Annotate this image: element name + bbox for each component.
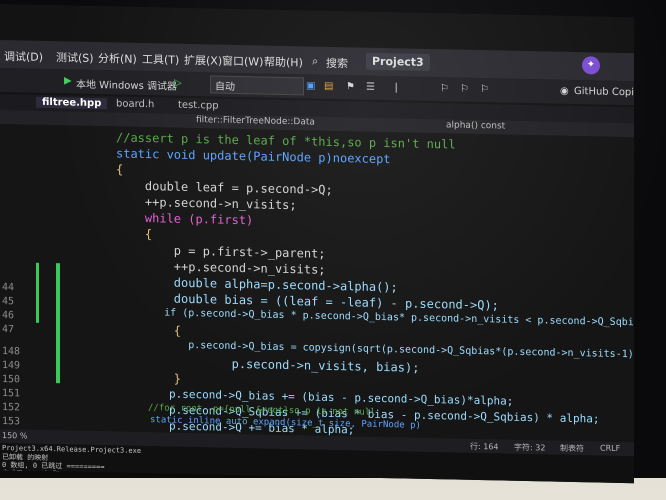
code-line: p = p.first->_parent;: [116, 242, 326, 261]
project-name[interactable]: Project3: [366, 52, 430, 72]
line-number: 151: [2, 388, 21, 400]
tab-test[interactable]: test.cpp: [178, 100, 219, 112]
eol-mode[interactable]: CRLF: [600, 444, 620, 453]
toolbar-icon-4[interactable]: ☰: [366, 82, 375, 93]
line-number: 45: [2, 296, 15, 308]
toolbar-icon-1[interactable]: ▣: [306, 80, 315, 91]
tab-filtree[interactable]: filtree.hpp: [36, 96, 108, 110]
line-number: 152: [2, 402, 21, 414]
member-dropdown[interactable]: alpha() const: [446, 120, 505, 131]
line-number: 148: [2, 346, 21, 358]
code-line: {: [116, 322, 182, 338]
copilot-icon[interactable]: ◉: [560, 86, 569, 97]
code-editor[interactable]: //assert p is the leaf of *this,so p isn…: [0, 124, 634, 443]
zoom-level[interactable]: 150 %: [2, 431, 27, 441]
tab-board[interactable]: board.h: [116, 98, 154, 110]
scope-dropdown[interactable]: filter::FilterTreeNode::Data: [196, 115, 315, 127]
code-line: ++p.second->n_visits;: [116, 258, 326, 277]
config-select[interactable]: 自动: [210, 75, 304, 96]
code-line: while (p.first): [116, 210, 254, 228]
line-number: 150: [2, 374, 21, 386]
avatar[interactable]: ✦: [582, 56, 600, 75]
menu-help[interactable]: 帮助(H): [264, 54, 303, 71]
bookmark-next-icon[interactable]: ⚐: [480, 84, 489, 95]
menu-debug[interactable]: 调试(D): [4, 48, 43, 65]
bookmark-icon[interactable]: ⚐: [440, 83, 449, 94]
line-number: 149: [2, 360, 21, 372]
code-line: }: [116, 370, 182, 386]
play-icon[interactable]: ▶: [64, 75, 72, 86]
line-number: 46: [2, 310, 15, 322]
line-indicator: 行: 164: [470, 441, 499, 452]
column-indicator: 字符: 32: [514, 442, 546, 453]
code-line: {: [116, 162, 124, 177]
copilot-button[interactable]: GitHub Copilot: [574, 86, 634, 99]
line-number: 44: [2, 282, 15, 294]
photo: 调试(D) 测试(S) 分析(N) 工具(T) 扩展(X) 窗口(W) 帮助(H…: [0, 0, 666, 500]
run-without-debug-icon[interactable]: ▷: [174, 78, 182, 89]
screen: 调试(D) 测试(S) 分析(N) 工具(T) 扩展(X) 窗口(W) 帮助(H…: [0, 4, 634, 484]
search-button[interactable]: 搜索: [326, 55, 348, 71]
search-icon[interactable]: ⌕: [312, 55, 318, 69]
code-line: {: [116, 226, 153, 242]
menu-extensions[interactable]: 扩展(X): [184, 52, 222, 69]
line-number: 47: [2, 324, 15, 336]
toolbar-icon-2[interactable]: ▤: [324, 81, 333, 92]
menu-analyze[interactable]: 分析(N): [98, 50, 137, 67]
bookmark-prev-icon[interactable]: ⚐: [460, 84, 469, 95]
tab-mode[interactable]: 制表符: [560, 443, 584, 455]
toolbar-icon-5[interactable]: ❘: [392, 82, 400, 93]
change-indicator: [36, 262, 39, 323]
code-line: ++p.second->n_visits;: [116, 194, 297, 213]
code-line: static void update(PairNode p)noexcept: [116, 146, 391, 167]
menu-test[interactable]: 测试(S): [56, 49, 94, 66]
change-indicator: [56, 263, 60, 384]
line-number: 153: [2, 416, 21, 428]
menu-window[interactable]: 窗口(W): [222, 53, 263, 70]
menu-tools[interactable]: 工具(T): [142, 51, 179, 68]
run-debugger-button[interactable]: 本地 Windows 调试器: [76, 76, 177, 93]
toolbar-icon-3[interactable]: ⚑: [346, 81, 355, 92]
